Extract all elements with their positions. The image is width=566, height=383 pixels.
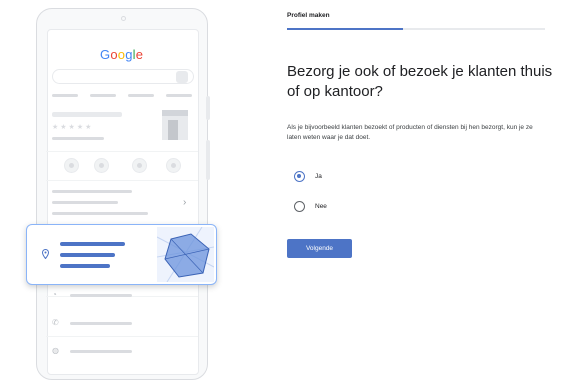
- divider: [46, 180, 198, 181]
- placeholder-line: [52, 137, 104, 140]
- phone-speaker: [121, 16, 126, 21]
- website-icon: [132, 158, 147, 173]
- address-line: [60, 242, 125, 246]
- placeholder-line: [90, 94, 116, 97]
- option-nee[interactable]: Nee: [294, 201, 327, 212]
- location-pin-icon: [42, 249, 49, 259]
- address-line: [60, 264, 110, 268]
- logo-letter: e: [135, 47, 144, 62]
- question-heading: Bezorg je ook of bezoek je klanten thuis…: [287, 63, 553, 100]
- divider: [46, 151, 198, 152]
- service-area-map-icon: [157, 227, 214, 282]
- placeholder-line: [70, 322, 132, 325]
- option-label: Nee: [315, 203, 327, 210]
- clock-icon: ◔: [52, 290, 57, 299]
- step-label: Profiel maken: [287, 12, 330, 19]
- logo-letter: o: [110, 47, 118, 62]
- directions-icon: [94, 158, 109, 173]
- option-ja[interactable]: Ja: [294, 171, 322, 182]
- logo-letter: G: [100, 47, 111, 62]
- share-icon: [166, 158, 181, 173]
- storefront-icon: [162, 110, 188, 140]
- placeholder-line: [128, 94, 154, 97]
- address-line: [60, 253, 115, 257]
- progress-bar-fill: [287, 28, 404, 30]
- placeholder-line: [166, 94, 192, 97]
- phone-icon: ✆: [52, 318, 59, 327]
- option-label: Ja: [315, 173, 322, 180]
- placeholder-line: [70, 350, 132, 353]
- search-icon: [176, 71, 188, 83]
- globe-icon: ◍: [52, 346, 59, 355]
- next-button[interactable]: Volgende: [287, 239, 352, 258]
- placeholder-line: [52, 190, 132, 193]
- placeholder-line: [52, 94, 78, 97]
- chevron-right-icon: ›: [183, 197, 187, 208]
- search-bar-illustration: [52, 69, 194, 84]
- logo-letter: g: [125, 47, 133, 62]
- placeholder-line: [52, 212, 148, 215]
- placeholder-line: [70, 294, 132, 297]
- placeholder-line: [52, 201, 118, 204]
- radio-ja[interactable]: [294, 171, 305, 182]
- progress-bar: [287, 28, 545, 30]
- radio-nee[interactable]: [294, 201, 305, 212]
- google-logo: Google: [100, 47, 143, 62]
- phone-side-button: [206, 96, 210, 120]
- call-icon: [64, 158, 79, 173]
- placeholder-title: [52, 112, 122, 117]
- question-description: Als je bijvoorbeeld klanten bezoekt of p…: [287, 124, 533, 141]
- divider: [46, 336, 198, 337]
- rating-stars-icon: ★★★★★: [52, 124, 94, 131]
- phone-side-button: [206, 140, 210, 180]
